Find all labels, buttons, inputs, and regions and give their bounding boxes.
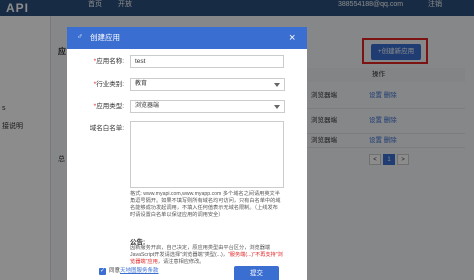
notice-text: 因新服务开启，自己决定，原应用类型由平台区分，浏览器端JavaScript开发请… bbox=[130, 245, 283, 266]
app-name-input[interactable] bbox=[130, 55, 284, 68]
create-app-dialog: ♂ 创建应用 × *应用名称: *行业类别: 教育 *应用类型: 浏览器端 域名… bbox=[67, 27, 307, 280]
submit-button[interactable]: 提交 bbox=[234, 266, 279, 280]
close-icon[interactable]: × bbox=[289, 31, 295, 45]
key-icon: ♂ bbox=[77, 32, 83, 41]
whitelist-textarea[interactable] bbox=[130, 121, 284, 188]
app-type-selected-value: 浏览器端 bbox=[135, 103, 160, 109]
chevron-down-icon bbox=[274, 105, 280, 109]
whitelist-label: 域名白名单: bbox=[89, 125, 124, 132]
agree-checkbox[interactable]: ✓ bbox=[99, 268, 106, 275]
whitelist-hint: 格式: www.myapi.com,www.myapp.com 多个域名之间请用… bbox=[130, 191, 281, 219]
industry-select[interactable]: 教育 bbox=[130, 78, 285, 91]
app-type-select[interactable]: 浏览器端 bbox=[130, 100, 285, 113]
app-type-label: *应用类型: bbox=[93, 103, 124, 110]
terms-link[interactable]: 天地图服务条款 bbox=[120, 268, 159, 274]
dialog-title: 创建应用 bbox=[90, 33, 120, 42]
industry-selected-value: 教育 bbox=[135, 81, 148, 87]
industry-label: *行业类别: bbox=[93, 81, 124, 88]
chevron-down-icon bbox=[274, 83, 280, 87]
dialog-header: ♂ 创建应用 × bbox=[67, 27, 307, 49]
app-name-label: *应用名称: bbox=[93, 58, 124, 65]
